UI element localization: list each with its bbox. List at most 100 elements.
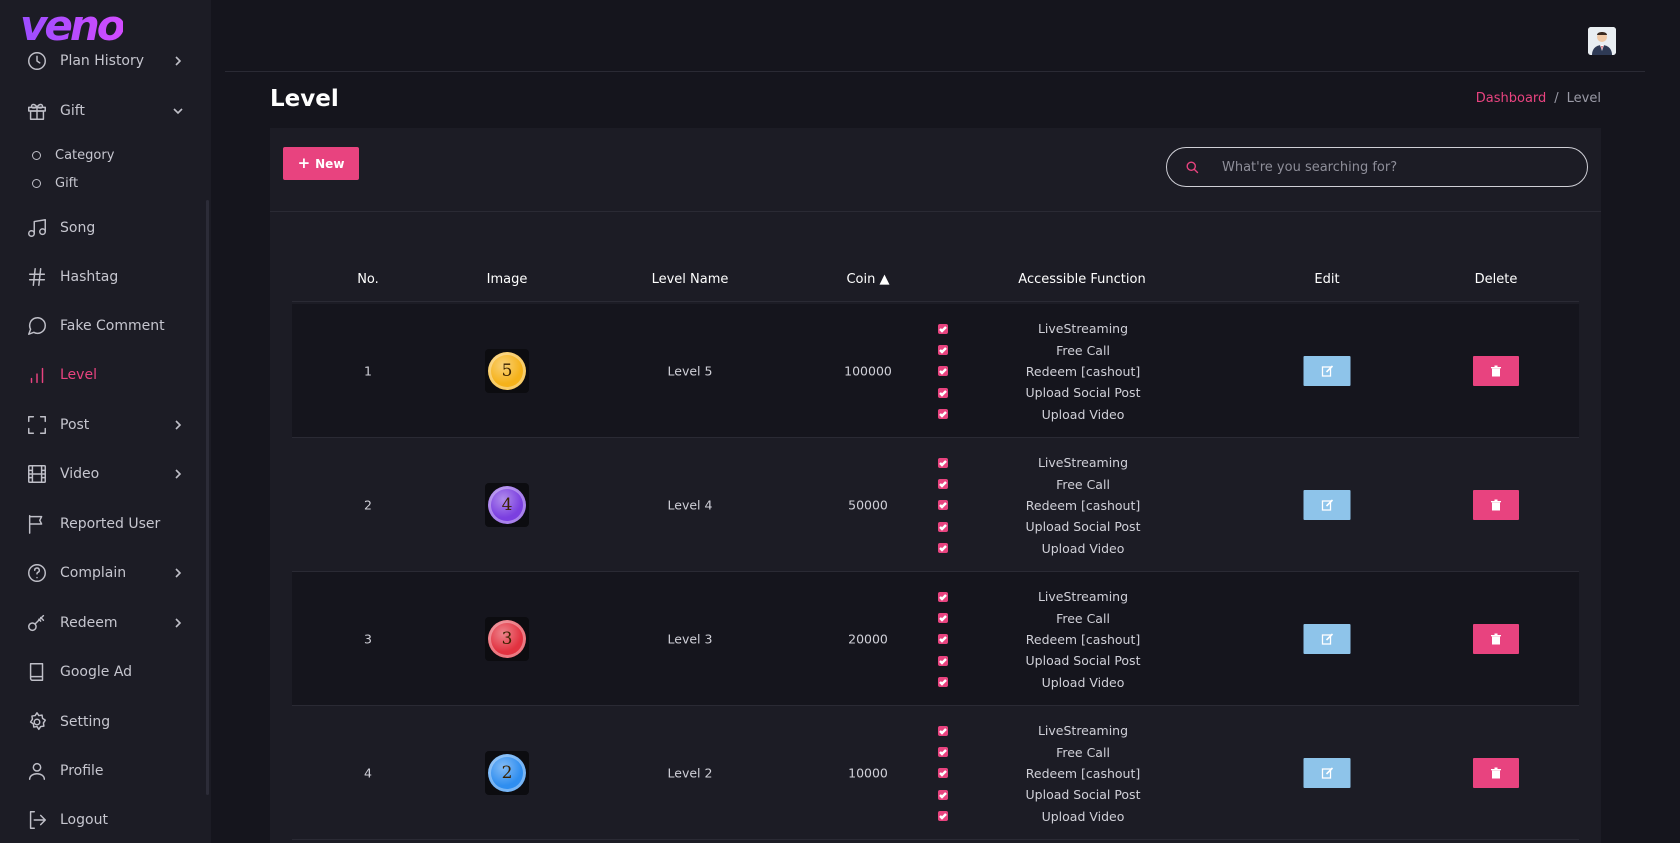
function-checkbox[interactable] xyxy=(938,521,948,532)
delete-button[interactable] xyxy=(1473,355,1519,386)
circle-bullet-icon xyxy=(32,150,41,160)
table-row: 4 2 Level 2 10000 LiveStreaming Free Call… xyxy=(292,706,1579,840)
sidebar-scrollbar[interactable] xyxy=(206,200,209,795)
comment-icon xyxy=(26,315,48,337)
sidebar-item-gift[interactable]: Gift xyxy=(0,91,211,131)
new-level-button[interactable]: + New xyxy=(283,147,359,180)
check-icon xyxy=(939,325,947,333)
edit-button[interactable] xyxy=(1303,623,1351,654)
row-number: 2 xyxy=(364,497,372,512)
function-checkbox[interactable] xyxy=(938,655,948,666)
check-icon xyxy=(939,411,947,419)
function-checkbox[interactable] xyxy=(938,323,948,334)
row-number: 1 xyxy=(364,363,372,378)
page-scrollbar[interactable] xyxy=(1668,0,1680,843)
function-item: Free Call xyxy=(938,339,1168,360)
function-label: Free Call xyxy=(1056,342,1110,358)
sidebar-item-logout[interactable]: Logout xyxy=(0,800,211,840)
function-label: Upload Social Post xyxy=(1025,787,1141,803)
sidebar-item-profile[interactable]: Profile xyxy=(0,751,211,791)
sidebar-item-plan-history[interactable]: Plan History xyxy=(0,41,211,81)
accessible-function-list: LiveStreaming Free Call Redeem [cashout] Up… xyxy=(938,586,1168,693)
function-checkbox[interactable] xyxy=(938,387,948,398)
function-item: Redeem [cashout] xyxy=(938,629,1168,650)
search-icon xyxy=(1186,161,1199,173)
function-label: Free Call xyxy=(1056,744,1110,760)
sidebar-item-post[interactable]: Post xyxy=(0,405,211,445)
level-badge-image: 3 xyxy=(485,616,529,661)
check-icon xyxy=(939,593,947,601)
delete-button[interactable] xyxy=(1473,489,1519,520)
accessible-function-list: LiveStreaming Free Call Redeem [cashout] Up… xyxy=(938,720,1168,827)
function-checkbox[interactable] xyxy=(938,366,948,377)
level-badge-image: 5 xyxy=(485,348,529,393)
coin-value: 50000 xyxy=(848,497,888,512)
function-checkbox[interactable] xyxy=(938,725,948,736)
sidebar-item-song[interactable]: Song xyxy=(0,208,211,248)
check-icon xyxy=(939,368,947,376)
function-checkbox[interactable] xyxy=(938,677,948,688)
sidebar-item-reported-user[interactable]: Reported User xyxy=(0,504,211,544)
card-toolbar: + New xyxy=(270,128,1601,212)
sidebar-item-label: Google Ad xyxy=(60,664,133,680)
sidebar-item-label: Setting xyxy=(60,714,111,730)
function-item: Redeem [cashout] xyxy=(938,361,1168,382)
search-input[interactable] xyxy=(1222,159,1562,175)
delete-button[interactable] xyxy=(1473,623,1519,654)
function-checkbox[interactable] xyxy=(938,634,948,645)
column-header-edit: Edit xyxy=(1314,272,1340,287)
function-checkbox[interactable] xyxy=(938,479,948,490)
function-checkbox[interactable] xyxy=(938,409,948,420)
check-icon xyxy=(939,770,947,778)
function-checkbox[interactable] xyxy=(938,613,948,624)
check-icon xyxy=(939,657,947,665)
sidebar-item-setting[interactable]: Setting xyxy=(0,702,211,742)
sidebar-item-label: Hashtag xyxy=(60,269,119,285)
avatar[interactable] xyxy=(1588,27,1616,55)
level-medal-icon: 2 xyxy=(488,753,526,792)
function-checkbox[interactable] xyxy=(938,543,948,554)
function-checkbox[interactable] xyxy=(938,457,948,468)
function-checkbox[interactable] xyxy=(938,500,948,511)
sidebar-item-video[interactable]: Video xyxy=(0,454,211,494)
level-name: Level 5 xyxy=(667,363,713,378)
sidebar-item-hashtag[interactable]: Hashtag xyxy=(0,257,211,297)
sidebar-item-google-ad[interactable]: Google Ad xyxy=(0,652,211,692)
edit-button[interactable] xyxy=(1303,757,1351,788)
search-box xyxy=(1166,147,1588,187)
film-icon xyxy=(26,463,48,485)
column-header-coin[interactable]: Coin ▲ xyxy=(846,272,889,287)
delete-button[interactable] xyxy=(1473,757,1519,788)
column-header-image[interactable]: Image xyxy=(487,272,528,287)
column-header-accessible-function[interactable]: Accessible Function xyxy=(1018,272,1145,287)
circle-bullet-icon xyxy=(32,178,41,188)
sidebar-item-label: Gift xyxy=(60,103,85,119)
sidebar-item-complain[interactable]: Complain xyxy=(0,553,211,593)
sidebar-subitem-gift[interactable]: Gift xyxy=(32,171,78,195)
function-checkbox[interactable] xyxy=(938,591,948,602)
function-checkbox[interactable] xyxy=(938,789,948,800)
function-checkbox[interactable] xyxy=(938,747,948,758)
column-header-level-name[interactable]: Level Name xyxy=(652,272,729,287)
check-icon xyxy=(939,636,947,644)
function-checkbox[interactable] xyxy=(938,811,948,822)
function-checkbox[interactable] xyxy=(938,345,948,356)
check-icon xyxy=(939,545,947,553)
sidebar-item-redeem[interactable]: Redeem xyxy=(0,603,211,643)
gear-icon xyxy=(26,711,48,733)
breadcrumb-dashboard-link[interactable]: Dashboard xyxy=(1476,91,1547,106)
function-checkbox[interactable] xyxy=(938,768,948,779)
table-header: No. Image Level Name Coin ▲ Accessible F… xyxy=(292,258,1579,302)
column-header-no[interactable]: No. xyxy=(357,272,379,287)
chevron-right-icon xyxy=(173,467,182,479)
function-item: Upload Video xyxy=(938,806,1168,827)
edit-button[interactable] xyxy=(1303,355,1351,386)
sidebar-item-level[interactable]: Level xyxy=(0,355,211,395)
function-item: Redeem [cashout] xyxy=(938,495,1168,516)
edit-button[interactable] xyxy=(1303,489,1351,520)
brand-logo[interactable]: veno xyxy=(20,5,126,47)
sidebar-item-fake-comment[interactable]: Fake Comment xyxy=(0,306,211,346)
sidebar-subitem-category[interactable]: Category xyxy=(32,143,114,167)
clock-icon xyxy=(26,50,48,72)
function-label: Redeem [cashout] xyxy=(1025,631,1141,647)
